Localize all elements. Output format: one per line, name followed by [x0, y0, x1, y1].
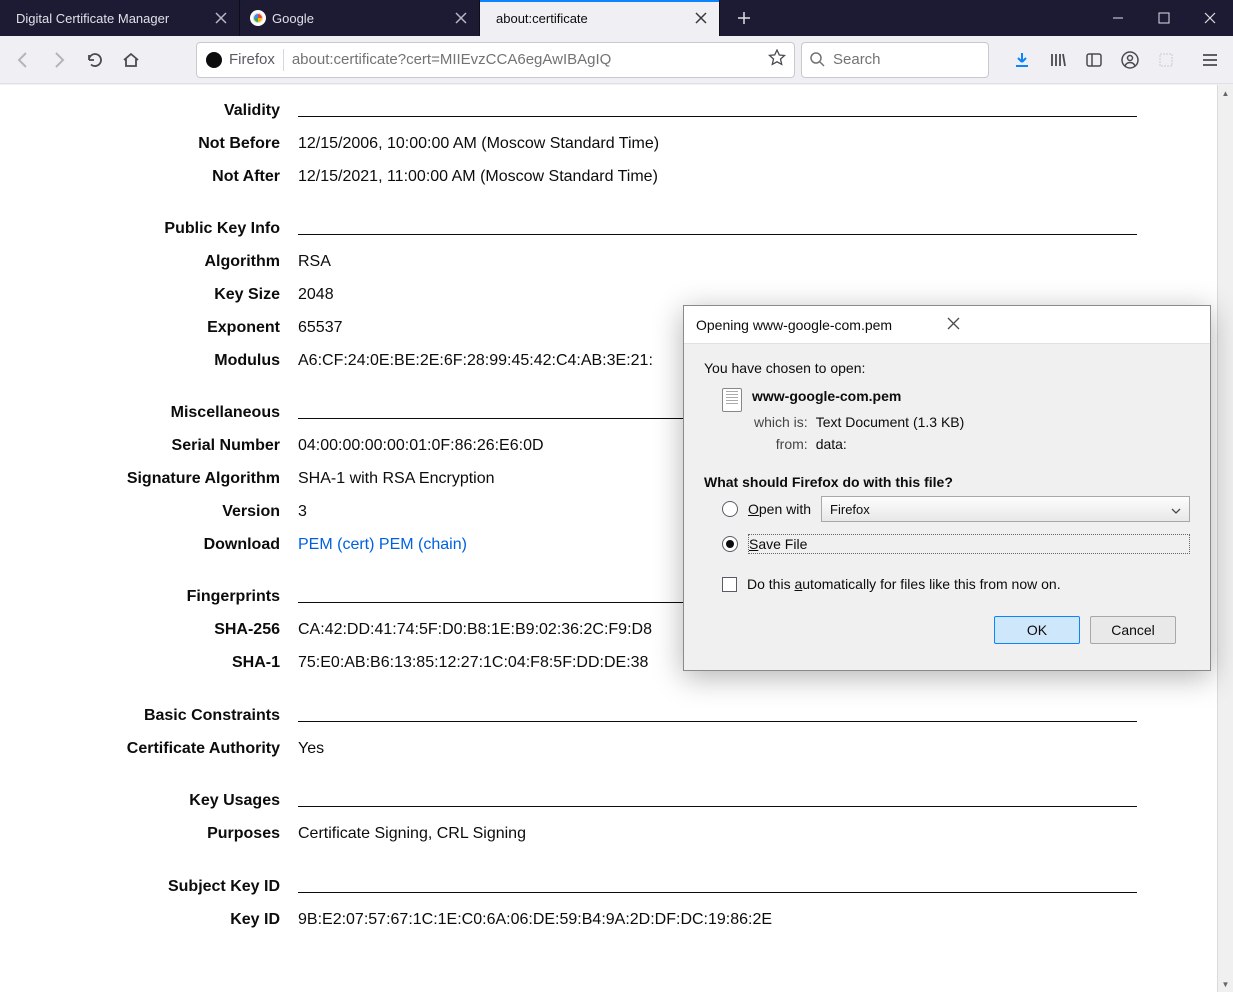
- download-pem-cert[interactable]: PEM (cert): [298, 536, 374, 553]
- section-misc: Miscellaneous: [80, 403, 298, 424]
- value-keyid: 9B:E2:07:57:67:1C:1E:C0:6A:06:DE:59:B4:9…: [298, 910, 1137, 931]
- extension-button[interactable]: [1149, 43, 1183, 77]
- value-not-after: 12/15/2021, 11:00:00 AM (Moscow Standard…: [298, 167, 1137, 188]
- auto-row[interactable]: Do this automatically for files like thi…: [704, 570, 1190, 598]
- checkbox-auto[interactable]: [722, 577, 737, 592]
- download-dialog: Opening www-google-com.pem You have chos…: [683, 305, 1211, 671]
- tab-dcm[interactable]: Digital Certificate Manager: [0, 0, 240, 36]
- label-sha1: SHA-1: [80, 653, 298, 674]
- open-with-select[interactable]: Firefox: [821, 496, 1190, 522]
- firefox-icon: [205, 51, 223, 69]
- dialog-filename: www-google-com.pem: [752, 388, 966, 404]
- search-bar[interactable]: Search: [801, 42, 989, 78]
- scroll-up-icon[interactable]: ▲: [1218, 85, 1233, 101]
- titlebar: Digital Certificate Manager Google about…: [0, 0, 1233, 36]
- tab-label: Google: [272, 11, 447, 26]
- separator: [283, 49, 284, 71]
- new-tab-button[interactable]: [726, 0, 762, 36]
- label-sigalg: Signature Algorithm: [80, 469, 298, 490]
- downloads-button[interactable]: [1005, 43, 1039, 77]
- label-algorithm: Algorithm: [80, 252, 298, 273]
- search-icon: [810, 52, 825, 67]
- menu-button[interactable]: [1193, 43, 1227, 77]
- dialog-question: What should Firefox do with this file?: [704, 474, 1190, 490]
- label-version: Version: [80, 502, 298, 523]
- section-pubkey: Public Key Info: [80, 219, 298, 240]
- cancel-button[interactable]: Cancel: [1090, 616, 1176, 644]
- tab-label: Digital Certificate Manager: [16, 11, 207, 26]
- tab-label: about:certificate: [496, 11, 687, 26]
- which-is-label: which is:: [754, 412, 814, 432]
- section-basicconstraints: Basic Constraints: [80, 706, 298, 727]
- label-sha256: SHA-256: [80, 620, 298, 641]
- file-icon: [722, 388, 742, 412]
- open-with-row[interactable]: Open with Firefox: [704, 490, 1190, 528]
- dialog-close-icon[interactable]: [947, 317, 1198, 333]
- toolbar: Firefox about:certificate?cert=MIIEvzCCA…: [0, 36, 1233, 84]
- value-algorithm: RSA: [298, 252, 1137, 273]
- back-button[interactable]: [6, 43, 40, 77]
- close-icon[interactable]: [213, 10, 229, 26]
- from-value: data:: [816, 434, 965, 454]
- open-with-label: Open with: [748, 501, 811, 517]
- search-placeholder: Search: [833, 51, 881, 68]
- minimize-button[interactable]: [1095, 0, 1141, 36]
- home-button[interactable]: [114, 43, 148, 77]
- label-ca: Certificate Authority: [80, 739, 298, 760]
- auto-label: Do this automatically for files like thi…: [747, 576, 1061, 592]
- chevron-down-icon: [1171, 502, 1181, 517]
- value-purposes: Certificate Signing, CRL Signing: [298, 824, 1137, 845]
- url-text: about:certificate?cert=MIIEvzCCA6egAwIBA…: [292, 51, 760, 68]
- google-icon: [250, 10, 266, 26]
- reload-button[interactable]: [78, 43, 112, 77]
- label-keyid: Key ID: [80, 910, 298, 931]
- sidebar-button[interactable]: [1077, 43, 1111, 77]
- account-button[interactable]: [1113, 43, 1147, 77]
- label-serial: Serial Number: [80, 436, 298, 457]
- url-bar[interactable]: Firefox about:certificate?cert=MIIEvzCCA…: [196, 42, 795, 78]
- scroll-down-icon[interactable]: ▼: [1218, 976, 1233, 992]
- which-is-value: Text Document (1.3 KB): [816, 412, 965, 432]
- tab-google[interactable]: Google: [240, 0, 480, 36]
- from-label: from:: [754, 434, 814, 454]
- identity-label: Firefox: [229, 51, 275, 68]
- label-modulus: Modulus: [80, 351, 298, 372]
- download-pem-chain[interactable]: PEM (chain): [379, 536, 467, 553]
- close-icon[interactable]: [693, 10, 709, 26]
- vertical-scrollbar[interactable]: ▲ ▼: [1217, 85, 1233, 992]
- bookmark-star-icon[interactable]: [768, 49, 786, 70]
- tab-certificate[interactable]: about:certificate: [480, 0, 720, 36]
- section-keyusages: Key Usages: [80, 791, 298, 812]
- section-subjectkeyid: Subject Key ID: [80, 877, 298, 898]
- open-with-app: Firefox: [830, 502, 870, 517]
- radio-save-file[interactable]: [722, 536, 738, 552]
- section-validity: Validity: [80, 101, 298, 122]
- label-purposes: Purposes: [80, 824, 298, 845]
- dialog-chosen-text: You have chosen to open:: [704, 360, 1190, 376]
- section-fingerprints: Fingerprints: [80, 587, 298, 608]
- forward-button[interactable]: [42, 43, 76, 77]
- maximize-button[interactable]: [1141, 0, 1187, 36]
- radio-open-with[interactable]: [722, 501, 738, 517]
- ok-button[interactable]: OK: [994, 616, 1080, 644]
- library-button[interactable]: [1041, 43, 1075, 77]
- label-not-before: Not Before: [80, 134, 298, 155]
- label-download: Download: [80, 535, 298, 556]
- save-file-label: Save File: [749, 536, 807, 552]
- value-ca: Yes: [298, 739, 1137, 760]
- save-file-row[interactable]: Save File: [704, 528, 1190, 560]
- label-key-size: Key Size: [80, 285, 298, 306]
- label-exponent: Exponent: [80, 318, 298, 339]
- value-not-before: 12/15/2006, 10:00:00 AM (Moscow Standard…: [298, 134, 1137, 155]
- label-not-after: Not After: [80, 167, 298, 188]
- identity-box[interactable]: Firefox: [205, 51, 275, 69]
- dialog-title: Opening www-google-com.pem: [696, 317, 947, 333]
- close-window-button[interactable]: [1187, 0, 1233, 36]
- close-icon[interactable]: [453, 10, 469, 26]
- value-key-size: 2048: [298, 285, 1137, 306]
